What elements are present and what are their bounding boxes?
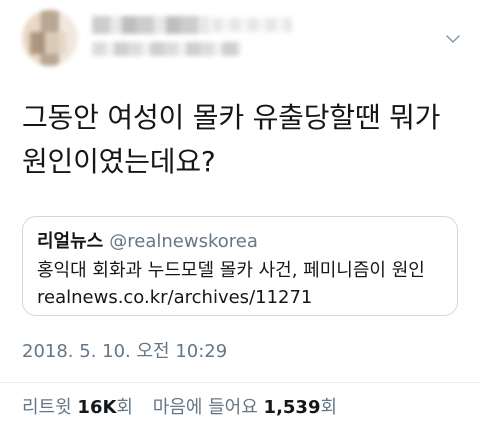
quoted-tweet-text: 홍익대 회화과 누드모델 몰카 사건, 페미니즘이 원인 <box>37 260 425 281</box>
retweet-count: 16K <box>77 397 117 418</box>
blurred-header-text <box>212 18 292 32</box>
blurred-username <box>92 42 240 56</box>
retweet-suffix: 회 <box>116 397 133 418</box>
tweet-text: 그동안 여성이 몰카 유출당할땐 뭐가 원인이였는데요? <box>22 101 449 178</box>
retweet-label: 리트윗 <box>22 397 72 418</box>
like-stat[interactable]: 마음에 들어요 1,539회 <box>153 397 337 418</box>
tweet-timestamp[interactable]: 2018. 5. 10. 오전 10:29 <box>22 340 227 364</box>
quoted-tweet-link[interactable]: realnews.co.kr/archives/11271 <box>37 287 443 309</box>
like-count: 1,539 <box>263 397 321 418</box>
like-suffix: 회 <box>320 397 338 418</box>
avatar[interactable] <box>22 10 78 66</box>
quoted-tweet-handle: @realnewskorea <box>109 231 258 252</box>
quoted-tweet-header: 리얼뉴스 @realnewskorea <box>37 231 443 253</box>
like-label: 마음에 들어요 <box>152 397 258 418</box>
blurred-display-name <box>92 16 210 34</box>
chevron-down-icon[interactable] <box>444 30 462 48</box>
quoted-tweet-name: 리얼뉴스 <box>37 231 104 252</box>
quoted-tweet[interactable]: 리얼뉴스 @realnewskorea 홍익대 회화과 누드모델 몰카 사건, 페… <box>22 216 458 316</box>
divider <box>0 382 480 383</box>
tweet-card: 그동안 여성이 몰카 유출당할땐 뭐가 원인이였는데요? 리얼뉴스 @realne… <box>0 0 480 432</box>
retweet-stat[interactable]: 리트윗 16K회 <box>22 397 139 418</box>
tweet-stats: 리트윗 16K회 마음에 들어요 1,539회 <box>22 396 337 420</box>
